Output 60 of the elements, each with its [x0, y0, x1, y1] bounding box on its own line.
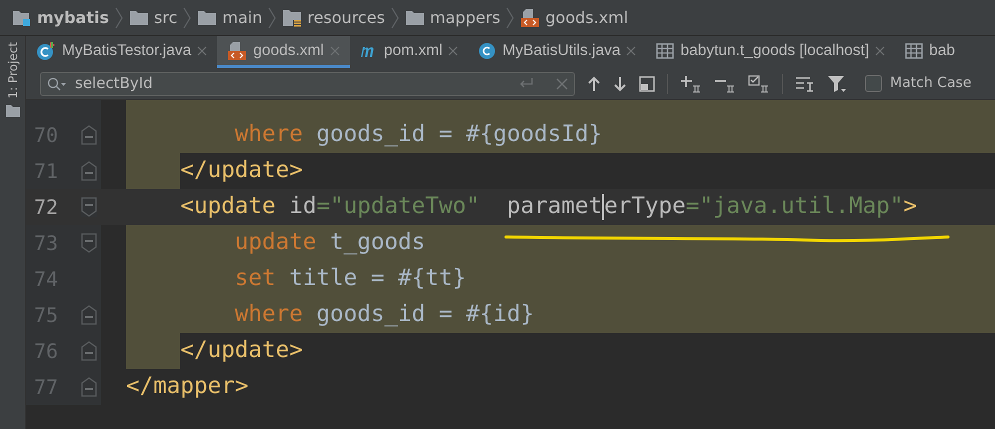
- module-folder-icon: [12, 8, 32, 26]
- match-case-label[interactable]: Match Case: [890, 73, 972, 94]
- chevron-icon: [115, 6, 124, 28]
- arrow-up-icon[interactable]: [587, 76, 601, 92]
- editor-tab[interactable]: pom.xml: [350, 36, 468, 68]
- table-icon: [656, 42, 674, 58]
- chevron-icon: [183, 6, 192, 28]
- fold-marker-icon[interactable]: [81, 377, 97, 397]
- breadcrumb-item[interactable]: goods.xml: [520, 6, 628, 30]
- xml-file-icon: [227, 40, 248, 60]
- chevron-icon: [390, 6, 399, 28]
- editor-tab[interactable]: MyBatisTestor.java: [26, 36, 218, 68]
- editor-tab[interactable]: babytun.t_goods [localhost]: [646, 36, 896, 68]
- close-icon[interactable]: [448, 46, 458, 56]
- project-tool-button[interactable]: 1: Project: [4, 42, 22, 99]
- filter-lines-icon[interactable]: [795, 76, 815, 92]
- editor-tab[interactable]: goods.xml: [217, 36, 350, 68]
- close-icon[interactable]: [875, 46, 886, 56]
- chevron-icon: [506, 6, 514, 28]
- xml-file-icon: [520, 8, 540, 28]
- breadcrumb-item[interactable]: mybatis: [12, 6, 110, 30]
- code-line: </update>: [126, 333, 995, 369]
- folder-icon: [129, 10, 150, 26]
- indent-highlight: [126, 153, 180, 189]
- table-icon: [905, 42, 924, 58]
- code-line: </update>: [126, 153, 995, 189]
- folder-icon: [404, 10, 425, 26]
- code-line: </mapper>: [126, 372, 250, 402]
- class-file-icon: [36, 40, 56, 60]
- filter-icon[interactable]: [827, 74, 847, 92]
- editor-tab[interactable]: bab: [895, 36, 966, 68]
- add-selection-icon[interactable]: [680, 74, 702, 92]
- search-field[interactable]: selectById: [40, 72, 575, 96]
- breadcrumb-item[interactable]: src: [129, 6, 178, 30]
- fold-marker-icon[interactable]: [81, 233, 97, 253]
- match-case-checkbox[interactable]: [865, 75, 882, 92]
- fold-marker-icon[interactable]: [81, 197, 97, 217]
- resources-folder-icon: [282, 8, 302, 26]
- code-line: <update id="updateTwo" paramet erType="java.util.Map">: [179, 192, 918, 222]
- breadcrumb-item[interactable]: resources: [282, 6, 385, 30]
- close-icon[interactable]: [626, 46, 636, 56]
- folder-icon: [6, 104, 20, 117]
- select-all-icon[interactable]: [639, 76, 655, 92]
- breadcrumb-item[interactable]: main: [197, 6, 262, 30]
- editor-tab[interactable]: MyBatisUtils.java: [468, 36, 646, 68]
- class-file-icon: [478, 42, 496, 60]
- close-icon[interactable]: [197, 46, 208, 56]
- arrow-down-icon[interactable]: [613, 76, 627, 92]
- fold-marker-icon[interactable]: [81, 341, 97, 361]
- search-icon[interactable]: [47, 76, 67, 90]
- line-number: 72: [34, 194, 58, 221]
- fold-marker-icon[interactable]: [81, 125, 97, 145]
- folder-icon: [197, 10, 218, 26]
- fold-marker-icon[interactable]: [81, 305, 97, 325]
- fold-marker-icon[interactable]: [81, 161, 97, 181]
- indent-highlight: [126, 333, 180, 369]
- text-caret: [602, 194, 604, 220]
- breadcrumb-item[interactable]: mappers: [404, 6, 500, 30]
- chevron-icon: [268, 6, 276, 28]
- toggle-selection-icon[interactable]: [748, 74, 770, 92]
